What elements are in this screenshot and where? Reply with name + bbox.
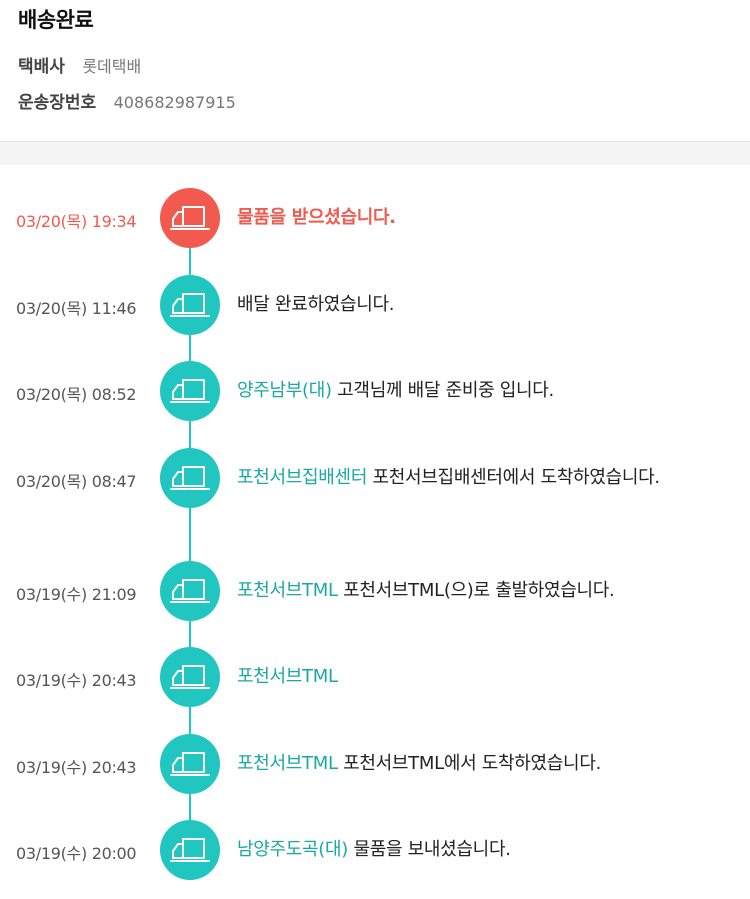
event-description: 물품을 보내셨습니다. xyxy=(353,839,511,860)
event-location: 포천서브TML xyxy=(237,580,338,601)
event-message: 포천서브TML 포천서브TML(으)로 출발하였습니다. xyxy=(237,578,737,603)
carrier-value: 롯데택배 xyxy=(82,57,142,76)
event-description: 물품을 받으셨습니다. xyxy=(237,207,396,228)
tracking-number-value: 408682987915 xyxy=(113,93,236,112)
delivery-status-title: 배송완료 xyxy=(18,8,94,32)
event-location: 포천서브TML xyxy=(237,666,338,687)
truck-icon xyxy=(160,361,220,421)
event-time: 03/20(목) 11:46 xyxy=(16,299,137,318)
truck-icon xyxy=(160,561,220,621)
carrier-label: 택배사 xyxy=(18,57,65,77)
event-time: 03/19(수) 21:09 xyxy=(16,585,137,604)
event-message: 양주남부(대) 고객님께 배달 준비중 입니다. xyxy=(237,378,737,403)
delivery-summary: 배송완료 택배사 롯데택배 운송장번호 408682987915 xyxy=(0,0,750,142)
event-description: 배달 완료하였습니다. xyxy=(237,294,395,315)
event-location: 포천서브집배센터 xyxy=(237,467,368,488)
tracking-timeline: 03/20(목) 19:34 물품을 받으셨습니다. 03/20(목) 11:4… xyxy=(0,165,750,898)
event-location: 포천서브TML xyxy=(237,753,338,774)
event-description: 포천서브집배센터에서 도착하였습니다. xyxy=(372,467,661,488)
event-time: 03/19(수) 20:43 xyxy=(16,671,137,690)
event-time: 03/20(목) 19:34 xyxy=(16,212,137,231)
tracking-number-label: 운송장번호 xyxy=(18,93,97,113)
event-description: 포천서브TML에서 도착하였습니다. xyxy=(343,753,602,774)
event-time: 03/19(수) 20:00 xyxy=(16,844,137,863)
carrier-row: 택배사 롯데택배 xyxy=(18,52,141,77)
event-message: 포천서브집배센터 포천서브집배센터에서 도착하였습니다. xyxy=(237,465,737,490)
truck-icon xyxy=(160,820,220,880)
truck-icon xyxy=(160,275,220,335)
truck-icon xyxy=(160,647,220,707)
section-divider xyxy=(0,142,750,165)
event-location: 양주남부(대) xyxy=(237,380,332,401)
event-message: 물품을 받으셨습니다. xyxy=(237,205,737,230)
event-message: 남양주도곡(대) 물품을 보내셨습니다. xyxy=(237,837,737,862)
event-message: 포천서브TML xyxy=(237,664,737,689)
event-message: 포천서브TML 포천서브TML에서 도착하였습니다. xyxy=(237,751,737,776)
event-time: 03/20(목) 08:47 xyxy=(16,472,137,491)
truck-icon xyxy=(160,734,220,794)
truck-icon xyxy=(160,188,220,248)
tracking-row: 운송장번호 408682987915 xyxy=(18,88,236,113)
event-time: 03/20(목) 08:52 xyxy=(16,385,137,404)
truck-icon xyxy=(160,448,220,508)
event-description: 포천서브TML(으)로 출발하였습니다. xyxy=(343,580,615,601)
event-time: 03/19(수) 20:43 xyxy=(16,758,137,777)
event-message: 배달 완료하였습니다. xyxy=(237,292,737,317)
event-description: 고객님께 배달 준비중 입니다. xyxy=(337,380,554,401)
event-location: 남양주도곡(대) xyxy=(237,839,349,860)
